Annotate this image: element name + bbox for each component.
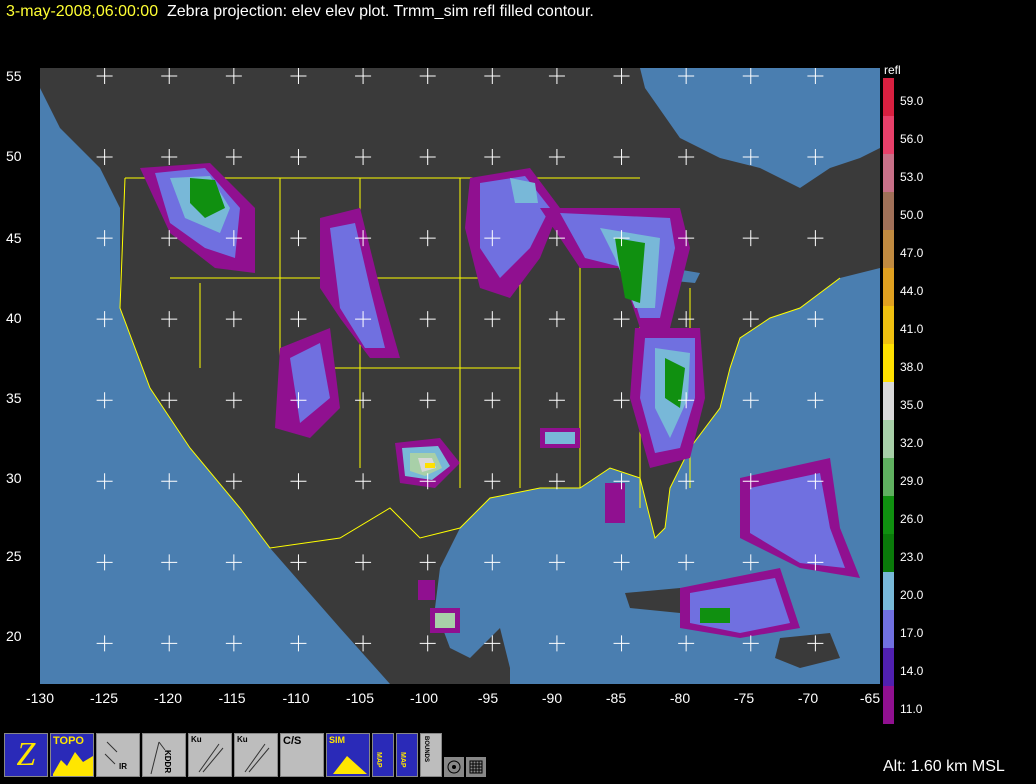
lon-label: -85 [605,690,627,706]
topo-icon [53,752,93,776]
colorbar-label: 56.0 [900,132,924,146]
grid-icon [469,760,483,774]
colorbar-label: 20.0 [900,588,924,602]
colorbar-segment [883,78,894,117]
radar-rings-icon[interactable] [444,757,464,777]
zebra-button[interactable]: Z [4,733,48,777]
colorbar-label: 44.0 [900,284,924,298]
lat-label: 35 [6,390,22,406]
colorbar-segment [883,610,894,649]
colorbar-segment [883,496,894,535]
cs-label: C/S [283,735,302,747]
colorbar-label: 53.0 [900,170,924,184]
rings-icon [447,760,461,774]
colorbar-segment [883,116,894,155]
colorbar-segment [883,268,894,307]
map-label: MAP [375,752,382,768]
colorbar-label: 35.0 [900,398,924,412]
topo-button[interactable]: TOPO [50,733,94,777]
altitude-readout: Alt: 1.60 km MSL [883,758,1005,775]
colorbar-label: 26.0 [900,512,924,526]
bounds-label: BOUNDS [423,736,429,763]
lon-label: -120 [153,690,183,706]
ku-gpm-button[interactable]: Ku [188,733,232,777]
bounds-button[interactable]: BOUNDS [420,733,442,777]
colorbar-segment [883,572,894,611]
lon-label: -80 [669,690,691,706]
colorbar-label: 41.0 [900,322,924,336]
lat-label: 55 [6,68,22,84]
radar-icon [150,741,166,775]
lat-label: 45 [6,230,22,246]
plot-title: 3-may-2008,06:00:00 Zebra projection: el… [6,3,594,21]
sim-pr-button[interactable]: SIM [326,733,370,777]
map-button[interactable]: MAP [372,733,394,777]
lon-label: -95 [477,690,499,706]
satellite-icon [104,741,118,765]
ir-button[interactable]: IR [96,733,140,777]
toolbar: Z TOPO IR KDDR Ku Ku C/S SIM MAP MAP BOU… [4,733,486,781]
lat-label: 40 [6,310,22,326]
colorbar-segment [883,648,894,687]
colorbar-segment [883,154,894,193]
colorbar-label: 38.0 [900,360,924,374]
map-label: MAP [399,752,406,768]
lat-label: 20 [6,628,22,644]
lon-label: -90 [541,690,563,706]
sim-icon [333,756,367,774]
lat-label: 50 [6,148,22,164]
colorbar-label: 59.0 [900,94,924,108]
lat-label: 30 [6,470,22,486]
grid-toggle-icon[interactable] [466,757,486,777]
colorbar-segment [883,230,894,269]
colorbar-segment [883,458,894,497]
lon-label: -100 [409,690,439,706]
lon-label: -105 [345,690,375,706]
map-plot[interactable] [40,68,880,684]
lat-label: 25 [6,548,22,564]
gpm-icon [198,743,224,773]
plot-timestamp: 3-may-2008,06:00:00 [6,3,159,20]
kddr-button[interactable]: KDDR [142,733,186,777]
colorbar-label: 14.0 [900,664,924,678]
lon-label: -125 [89,690,119,706]
lon-label: -110 [282,690,310,706]
lon-label: -75 [733,690,755,706]
colorbar-label: 11.0 [900,702,923,716]
colorbar-segment [883,534,894,573]
colorbar-segment [883,306,894,345]
ku-gpm2-button[interactable]: Ku [234,733,278,777]
colorbar-segment [883,686,894,724]
cs-gpm-button[interactable]: C/S [280,733,324,777]
lon-label: -130 [25,690,55,706]
colorbar-segment [883,192,894,231]
colorbar-title: refl [884,63,901,77]
lon-label: -115 [218,690,246,706]
colorbar-label: 50.0 [900,208,924,222]
colorbar-label: 32.0 [900,436,924,450]
colorbar-label: 47.0 [900,246,924,260]
colorbar-segment [883,420,894,459]
colorbar-segment [883,344,894,383]
colorbar-label: 23.0 [900,550,924,564]
colorbar-label: 29.0 [900,474,924,488]
colorbar-label: 17.0 [900,626,924,640]
map2-button[interactable]: MAP [396,733,418,777]
gpm-icon [244,743,270,773]
colorbar-segment [883,382,894,421]
colorbar [883,78,894,724]
plot-description: Zebra projection: elev elev plot. Trmm_s… [167,3,594,20]
lon-label: -70 [797,690,819,706]
